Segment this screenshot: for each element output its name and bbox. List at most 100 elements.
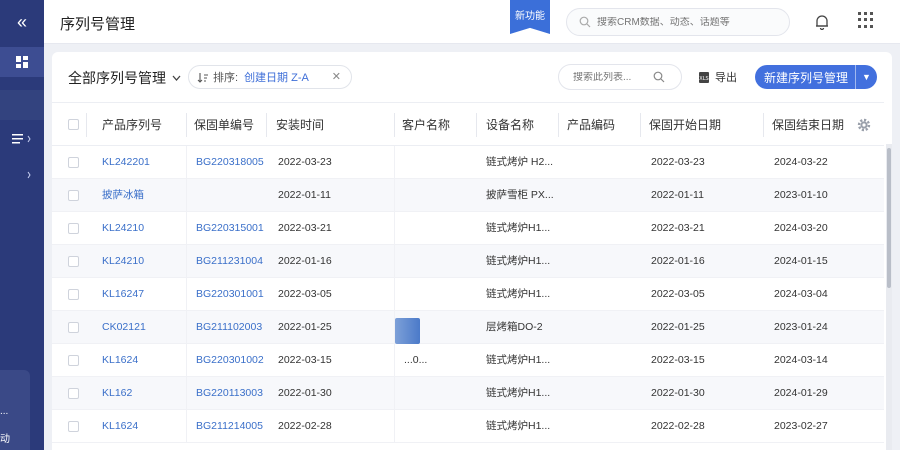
cell-divider <box>186 278 187 311</box>
cell-warranty-no[interactable]: BG211231004 <box>196 245 263 278</box>
list-search-box[interactable] <box>558 64 682 90</box>
table-row[interactable]: KL1624 BG211214005 2022-02-28 链式烤炉H1... 2022… <box>52 410 884 443</box>
column-header[interactable]: 安装时间 <box>276 103 324 147</box>
sort-chip[interactable]: 排序: 创建日期 Z-A ✕ <box>188 65 352 89</box>
apps-grid-icon[interactable] <box>858 12 874 28</box>
cell-install: 2022-01-11 <box>278 189 331 201</box>
export-label: 导出 <box>715 72 737 84</box>
column-header[interactable]: 设备名称 <box>486 103 534 147</box>
dashboard-icon[interactable] <box>0 47 44 77</box>
cell-warranty-no[interactable]: BG220113003 <box>196 377 263 410</box>
cell-divider <box>394 410 395 443</box>
table-row[interactable]: KL16247 BG220301001 2022-03-05 链式烤炉H1... 202… <box>52 278 884 311</box>
cell-start: 2022-03-15 <box>651 354 705 366</box>
export-button[interactable]: XLS 导出 <box>698 69 737 85</box>
cell-divider <box>394 146 395 179</box>
table-row[interactable]: CK02121 BG211102003 2022-01-25 层烤箱DO-2 2022-… <box>52 311 884 344</box>
column-header[interactable]: 保固开始日期 <box>649 103 721 147</box>
cell-divider <box>186 212 187 245</box>
column-header[interactable]: 产品编码 <box>567 103 615 147</box>
sort-icon <box>197 72 208 83</box>
row-checkbox[interactable] <box>68 289 79 300</box>
collapse-sidebar-icon[interactable]: « <box>0 0 44 44</box>
cell-serial[interactable]: KL1624 <box>102 344 138 377</box>
row-checkbox[interactable] <box>68 322 79 333</box>
sidebar: « ... 动 <box>0 0 44 450</box>
cell-divider <box>394 212 395 245</box>
cell-divider <box>394 179 395 212</box>
column-separator <box>266 113 267 137</box>
svg-text:XLS: XLS <box>699 76 708 82</box>
row-checkbox[interactable] <box>68 223 79 234</box>
top-header: 序列号管理 新功能 <box>44 0 900 44</box>
cell-divider <box>186 245 187 278</box>
row-checkbox[interactable] <box>68 388 79 399</box>
gear-icon[interactable] <box>856 117 872 133</box>
cell-customer: ...0... <box>404 354 428 366</box>
cell-serial[interactable]: KL162 <box>102 377 132 410</box>
sidebar-fragment: 动 <box>0 434 10 445</box>
view-selector[interactable]: 全部序列号管理 <box>68 68 181 88</box>
select-all-checkbox[interactable] <box>68 119 79 130</box>
global-search-box[interactable] <box>566 8 790 36</box>
column-header[interactable]: 保固单编号 <box>194 103 254 147</box>
cell-serial[interactable]: KL242201 <box>102 146 150 179</box>
column-header[interactable]: 产品序列号 <box>102 103 162 147</box>
chevron-down-icon[interactable]: ▼ <box>855 65 877 89</box>
row-checkbox[interactable] <box>68 190 79 201</box>
row-checkbox[interactable] <box>68 256 79 267</box>
cell-install: 2022-03-15 <box>278 354 332 366</box>
list-search-input[interactable] <box>573 71 653 83</box>
row-checkbox[interactable] <box>68 355 79 366</box>
cell-install: 2022-01-16 <box>278 255 332 267</box>
column-separator <box>86 113 87 137</box>
cell-serial[interactable]: KL24210 <box>102 212 144 245</box>
cell-serial[interactable]: KL24210 <box>102 245 144 278</box>
table-row[interactable]: KL242201 BG220318005 2022-03-23 链式烤炉 H2... 2… <box>52 146 884 179</box>
export-file-icon: XLS <box>699 71 709 83</box>
expand-chevron-icon[interactable] <box>0 160 44 190</box>
table-row[interactable]: KL24210 BG220315001 2022-03-21 链式烤炉H1... 202… <box>52 212 884 245</box>
cell-end: 2024-01-15 <box>774 255 828 267</box>
cell-serial[interactable]: CK02121 <box>102 311 146 344</box>
sidebar-fragment: ... <box>0 406 9 417</box>
cell-start: 2022-03-23 <box>651 156 705 168</box>
cell-warranty-no[interactable]: BG220301001 <box>196 278 264 311</box>
global-search-input[interactable] <box>597 16 787 28</box>
cell-divider <box>186 146 187 179</box>
cell-device: 链式烤炉H1... <box>486 288 551 300</box>
table-row[interactable]: KL162 BG220113003 2022-01-30 链式烤炉H1... 2022-… <box>52 377 884 410</box>
cell-divider <box>186 179 187 212</box>
cell-start: 2022-03-05 <box>651 288 705 300</box>
cell-device: 披萨雪柜 PX... <box>486 189 554 201</box>
cell-warranty-no[interactable]: BG220315001 <box>196 212 264 245</box>
cell-serial[interactable]: KL16247 <box>102 278 144 311</box>
cell-device: 链式烤炉 H2... <box>486 156 554 168</box>
cell-warranty-no[interactable]: BG211214005 <box>196 410 263 443</box>
new-record-button[interactable]: 新建序列号管理 ▼ <box>755 65 877 89</box>
cell-warranty-no[interactable]: BG220318005 <box>196 146 264 179</box>
cell-serial[interactable]: 披萨冰箱 <box>102 179 144 212</box>
scrollbar-thumb[interactable] <box>887 148 891 288</box>
cell-end: 2024-03-04 <box>774 288 828 300</box>
row-checkbox[interactable] <box>68 421 79 432</box>
cell-device: 链式烤炉H1... <box>486 387 551 399</box>
table-row[interactable]: 披萨冰箱 2022-01-11 披萨雪柜 PX... 2022-01-11 2023-0… <box>52 179 884 212</box>
column-header[interactable]: 客户名称 <box>402 103 450 147</box>
list-filter-icon[interactable] <box>0 124 44 154</box>
cell-divider <box>186 344 187 377</box>
table-row[interactable]: KL24210 BG211231004 2022-01-16 链式烤炉H1... 202… <box>52 245 884 278</box>
sidebar-bottom-panel: ... 动 <box>0 370 30 450</box>
table-row[interactable]: KL1624 BG220301002 2022-03-15 ...0... 链式烤炉H1… <box>52 344 884 377</box>
bell-icon[interactable] <box>812 11 832 33</box>
new-feature-badge[interactable]: 新功能 <box>510 0 550 34</box>
close-icon[interactable]: ✕ <box>332 70 341 83</box>
cell-divider <box>186 377 187 410</box>
cell-warranty-no[interactable]: BG220301002 <box>196 344 264 377</box>
row-checkbox[interactable] <box>68 157 79 168</box>
cell-warranty-no[interactable]: BG211102003 <box>196 311 262 344</box>
sidebar-item[interactable] <box>0 90 44 120</box>
search-icon <box>653 71 665 83</box>
cell-serial[interactable]: KL1624 <box>102 410 138 443</box>
column-header[interactable]: 保固结束日期 <box>772 103 844 147</box>
